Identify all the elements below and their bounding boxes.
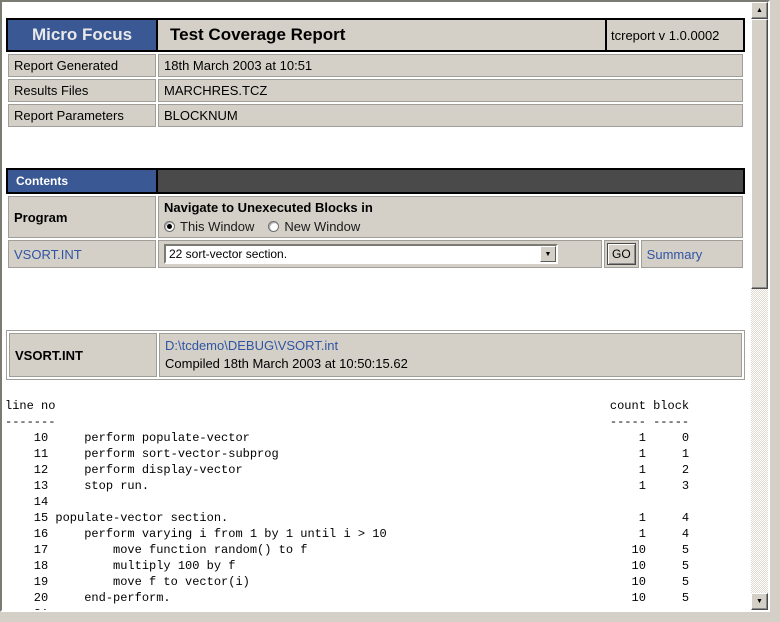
scroll-down-icon[interactable]: ▼ xyxy=(751,593,768,610)
info-label: Results Files xyxy=(8,79,156,102)
radio-dot-icon xyxy=(167,224,172,229)
report-info-table: Report Generated 18th March 2003 at 10:5… xyxy=(6,52,745,129)
contents-table: Program Navigate to Unexecuted Blocks in… xyxy=(6,194,745,270)
program-link[interactable]: VSORT.INT xyxy=(14,247,82,262)
code-listing: line no count block ------- ----- ----- … xyxy=(3,398,751,612)
program-details-cell: D:\tcdemo\DEBUG\VSORT.int Compiled 18th … xyxy=(159,333,742,377)
scrollbar-thumb[interactable] xyxy=(751,19,768,289)
block-select-value: 22 sort-vector section. xyxy=(166,247,540,261)
info-value: 18th March 2003 at 10:51 xyxy=(158,54,743,77)
table-row: Program Navigate to Unexecuted Blocks in… xyxy=(8,196,743,238)
unexecuted-block-select[interactable]: 22 sort-vector section. ▼ xyxy=(164,244,558,264)
program-compiled-text: Compiled 18th March 2003 at 10:50:15.62 xyxy=(165,355,736,373)
page-title: Test Coverage Report xyxy=(157,19,606,51)
contents-bar: Contents xyxy=(6,168,745,194)
vertical-scrollbar[interactable]: ▲ ▼ xyxy=(751,2,768,610)
block-select-cell: 22 sort-vector section. ▼ xyxy=(158,240,602,268)
program-column-header: Program xyxy=(8,196,156,238)
info-label: Report Parameters xyxy=(8,104,156,127)
program-link-cell: VSORT.INT xyxy=(8,240,156,268)
contents-bar-fill xyxy=(157,169,744,193)
info-value: MARCHRES.TCZ xyxy=(158,79,743,102)
program-name: VSORT.INT xyxy=(9,333,157,377)
table-row: Report Generated 18th March 2003 at 10:5… xyxy=(8,54,743,77)
brand-logo: Micro Focus xyxy=(7,19,157,51)
table-row: VSORT.INT D:\tcdemo\DEBUG\VSORT.int Comp… xyxy=(9,333,742,377)
go-button[interactable]: GO xyxy=(607,243,636,265)
info-label: Report Generated xyxy=(8,54,156,77)
summary-cell: Summary xyxy=(641,240,743,268)
navigate-heading: Navigate to Unexecuted Blocks in xyxy=(164,200,737,215)
table-row: Report Parameters BLOCKNUM xyxy=(8,104,743,127)
table-row: VSORT.INT 22 sort-vector section. ▼ GO S… xyxy=(8,240,743,268)
this-window-radio-label[interactable]: This Window xyxy=(180,219,254,234)
chevron-down-icon[interactable]: ▼ xyxy=(540,246,556,262)
report-header-table: Micro Focus Test Coverage Report tcrepor… xyxy=(6,18,745,52)
window-target-radio-group: This Window New Window xyxy=(164,219,737,234)
table-row: Results Files MARCHRES.TCZ xyxy=(8,79,743,102)
new-window-radio-label[interactable]: New Window xyxy=(284,219,360,234)
navigate-cell: Navigate to Unexecuted Blocks in This Wi… xyxy=(158,196,743,238)
info-value: BLOCKNUM xyxy=(158,104,743,127)
go-cell: GO xyxy=(604,240,639,268)
this-window-radio[interactable] xyxy=(164,221,175,232)
report-page: Micro Focus Test Coverage Report tcrepor… xyxy=(0,0,770,612)
summary-link[interactable]: Summary xyxy=(647,247,703,262)
program-path-link[interactable]: D:\tcdemo\DEBUG\VSORT.int xyxy=(165,338,338,353)
new-window-radio[interactable] xyxy=(268,221,279,232)
scroll-up-icon[interactable]: ▲ xyxy=(751,2,768,19)
program-header-table: VSORT.INT D:\tcdemo\DEBUG\VSORT.int Comp… xyxy=(6,330,745,380)
report-content: Micro Focus Test Coverage Report tcrepor… xyxy=(2,18,751,612)
tool-version: tcreport v 1.0.0002 xyxy=(606,19,744,51)
contents-heading: Contents xyxy=(7,169,157,193)
